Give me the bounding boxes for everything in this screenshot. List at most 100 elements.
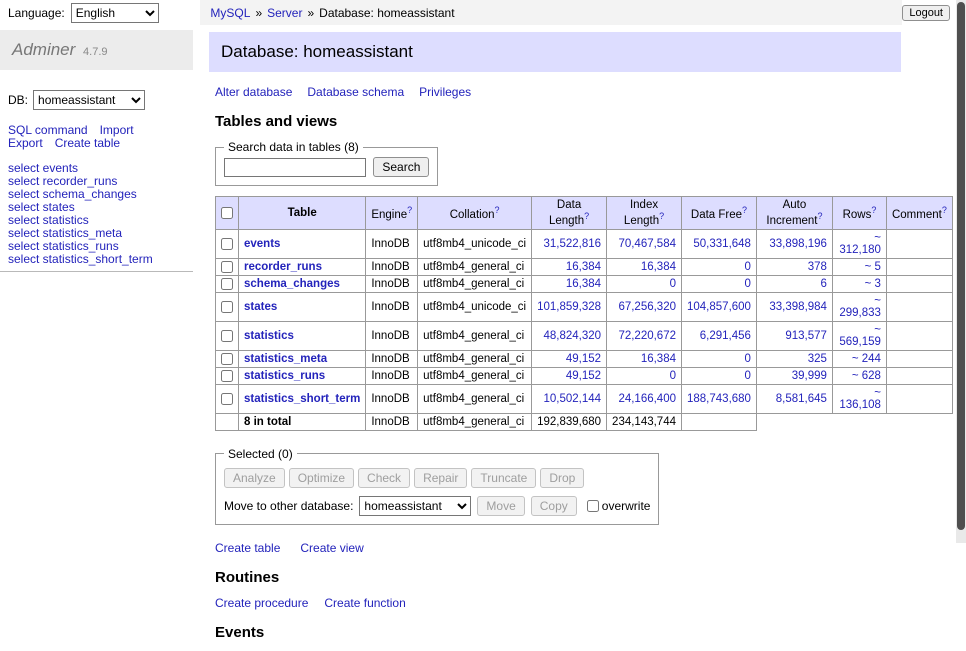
- link-select-statistics-short-term[interactable]: select statistics_short_term: [8, 253, 193, 266]
- language-select[interactable]: English: [71, 3, 159, 23]
- link-alter-database[interactable]: Alter database: [215, 85, 292, 99]
- table-link-events[interactable]: events: [244, 238, 280, 250]
- table-link-states[interactable]: states: [244, 301, 277, 313]
- drop-button[interactable]: Drop: [540, 468, 584, 488]
- link-sql-command[interactable]: SQL command: [8, 123, 88, 137]
- breadcrumb-link-server[interactable]: Server: [267, 6, 302, 20]
- help-link-data-length[interactable]: ?: [584, 211, 589, 221]
- db-select[interactable]: homeassistant: [33, 90, 145, 110]
- page-scrollbar[interactable]: [956, 0, 966, 543]
- overwrite-checkbox[interactable]: [587, 500, 599, 512]
- rows-link[interactable]: ~ 299,833: [839, 295, 881, 319]
- rows-link[interactable]: ~ 244: [852, 353, 881, 365]
- help-link-engine[interactable]: ?: [407, 205, 412, 215]
- overwrite-label: overwrite: [602, 499, 651, 513]
- rows-link[interactable]: ~ 628: [852, 370, 881, 382]
- scrollbar-thumb[interactable]: [957, 2, 965, 530]
- auto-increment-link[interactable]: 913,577: [785, 330, 827, 342]
- copy-button[interactable]: Copy: [531, 496, 577, 516]
- data-length-link[interactable]: 49,152: [566, 370, 601, 382]
- move-button[interactable]: Move: [477, 496, 524, 516]
- rows-link[interactable]: ~ 569,159: [839, 324, 881, 348]
- auto-increment-link[interactable]: 33,398,984: [769, 301, 827, 313]
- data-free-link[interactable]: 6,291,456: [700, 330, 751, 342]
- rows-link[interactable]: ~ 5: [865, 261, 881, 273]
- row-checkbox-schema_changes[interactable]: [221, 278, 233, 290]
- data-free-link[interactable]: 0: [745, 261, 751, 273]
- link-create-table[interactable]: Create table: [215, 541, 280, 555]
- link-export[interactable]: Export: [8, 136, 43, 150]
- rows-link[interactable]: ~ 136,108: [839, 387, 881, 411]
- data-length-link[interactable]: 48,824,320: [543, 330, 601, 342]
- repair-button[interactable]: Repair: [414, 468, 467, 488]
- row-checkbox-statistics[interactable]: [221, 330, 233, 342]
- data-length-link[interactable]: 10,502,144: [543, 393, 601, 405]
- index-length-link[interactable]: 24,166,400: [618, 393, 676, 405]
- search-input[interactable]: [224, 158, 366, 177]
- auto-increment-link[interactable]: 378: [808, 261, 827, 273]
- help-link-rows[interactable]: ?: [871, 205, 876, 215]
- data-length-link[interactable]: 16,384: [566, 261, 601, 273]
- auto-increment-link[interactable]: 325: [808, 353, 827, 365]
- data-free-link[interactable]: 188,743,680: [687, 393, 751, 405]
- table-link-statistics_runs[interactable]: statistics_runs: [244, 370, 325, 382]
- truncate-button[interactable]: Truncate: [471, 468, 536, 488]
- auto-increment-link[interactable]: 39,999: [792, 370, 827, 382]
- data-length-link[interactable]: 16,384: [566, 278, 601, 290]
- logout-button[interactable]: Logout: [902, 5, 950, 21]
- link-import[interactable]: Import: [100, 123, 134, 137]
- data-length-link[interactable]: 31,522,816: [543, 238, 601, 250]
- row-checkbox-statistics_runs[interactable]: [221, 370, 233, 382]
- table-link-statistics_short_term[interactable]: statistics_short_term: [244, 393, 360, 405]
- link-create-procedure[interactable]: Create procedure: [215, 596, 308, 610]
- table-link-schema_changes[interactable]: schema_changes: [244, 278, 340, 290]
- index-length-link[interactable]: 72,220,672: [618, 330, 676, 342]
- help-link-auto-increment[interactable]: ?: [818, 211, 823, 221]
- row-checkbox-statistics_short_term[interactable]: [221, 393, 233, 405]
- index-length-link[interactable]: 16,384: [641, 353, 676, 365]
- help-link-comment[interactable]: ?: [942, 205, 947, 215]
- data-free-link[interactable]: 50,331,648: [693, 238, 751, 250]
- index-length-link[interactable]: 70,467,584: [618, 238, 676, 250]
- data-length-link[interactable]: 49,152: [566, 353, 601, 365]
- row-checkbox-states[interactable]: [221, 301, 233, 313]
- data-free-link[interactable]: 0: [745, 370, 751, 382]
- link-create-table[interactable]: Create table: [55, 136, 120, 150]
- footer-data-free-cell: [682, 413, 757, 430]
- link-database-schema[interactable]: Database schema: [307, 85, 404, 99]
- link-create-function[interactable]: Create function: [324, 596, 405, 610]
- auto-increment-link[interactable]: 33,898,196: [769, 238, 827, 250]
- data-free-link[interactable]: 104,857,600: [687, 301, 751, 313]
- auto-increment-link[interactable]: 6: [821, 278, 827, 290]
- search-button[interactable]: Search: [373, 157, 429, 177]
- data-free-link[interactable]: 0: [745, 278, 751, 290]
- table-link-recorder_runs[interactable]: recorder_runs: [244, 261, 322, 273]
- rows-link[interactable]: ~ 312,180: [839, 232, 881, 256]
- rows-link[interactable]: ~ 3: [865, 278, 881, 290]
- table-link-statistics[interactable]: statistics: [244, 330, 294, 342]
- help-link-collation[interactable]: ?: [494, 205, 499, 215]
- index-length-link[interactable]: 16,384: [641, 261, 676, 273]
- row-checkbox-statistics_meta[interactable]: [221, 353, 233, 365]
- check-button[interactable]: Check: [358, 468, 410, 488]
- row-checkbox-recorder_runs[interactable]: [221, 261, 233, 273]
- link-privileges[interactable]: Privileges: [419, 85, 471, 99]
- data-free-link[interactable]: 0: [745, 353, 751, 365]
- index-length-link[interactable]: 67,256,320: [618, 301, 676, 313]
- auto-increment-link[interactable]: 8,581,645: [776, 393, 827, 405]
- help-link-data-free[interactable]: ?: [742, 205, 747, 215]
- row-checkbox-events[interactable]: [221, 238, 233, 250]
- breadcrumb-link-mysql[interactable]: MySQL: [210, 6, 250, 20]
- index-length-link[interactable]: 0: [670, 278, 676, 290]
- link-create-view[interactable]: Create view: [300, 541, 363, 555]
- breadcrumb-separator: »: [307, 6, 314, 20]
- help-link-index-length[interactable]: ?: [659, 211, 664, 221]
- rows-cell: ~ 569,159: [832, 321, 886, 350]
- optimize-button[interactable]: Optimize: [289, 468, 354, 488]
- move-database-select[interactable]: homeassistant: [359, 496, 471, 516]
- analyze-button[interactable]: Analyze: [224, 468, 285, 488]
- table-link-statistics_meta[interactable]: statistics_meta: [244, 353, 327, 365]
- data-length-link[interactable]: 101,859,328: [537, 301, 601, 313]
- select-all-checkbox[interactable]: [221, 207, 233, 219]
- index-length-link[interactable]: 0: [670, 370, 676, 382]
